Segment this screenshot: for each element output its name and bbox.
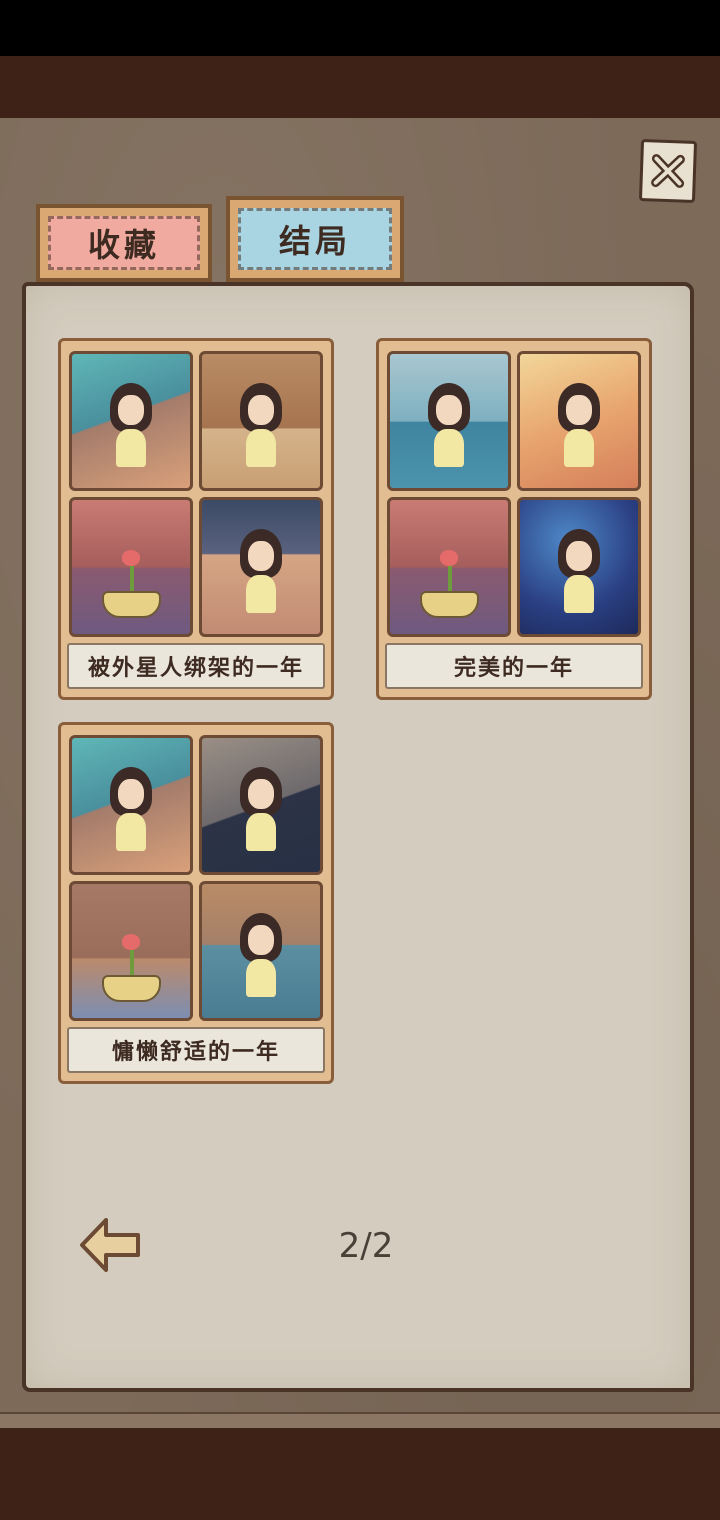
- girl-figure: [109, 767, 153, 851]
- girl-figure: [239, 529, 283, 613]
- girl-figure: [239, 913, 283, 997]
- scene-thumbnail: [69, 497, 193, 637]
- endings-panel: 被外星人绑架的一年 完美的一年 慵懒舒适的一年 2/2: [22, 282, 694, 1392]
- close-icon: [651, 154, 685, 188]
- ending-card-abducted[interactable]: 被外星人绑架的一年: [58, 338, 334, 700]
- status-bar: [0, 0, 720, 56]
- scene-thumbnail: [199, 497, 323, 637]
- tab-collection-label: 收藏: [48, 216, 200, 270]
- scene-thumbnail: [199, 881, 323, 1021]
- ending-card-lazy[interactable]: 慵懒舒适的一年: [58, 722, 334, 1084]
- bottom-frame: [0, 1428, 720, 1520]
- scene-thumbnail: [69, 735, 193, 875]
- scene-thumbnail: [387, 351, 511, 491]
- tab-collection[interactable]: 收藏: [36, 204, 212, 282]
- scene-thumbnail: [69, 881, 193, 1021]
- bottom-strip: [0, 1412, 720, 1428]
- top-frame: [0, 56, 720, 118]
- scene-thumbnail: [517, 351, 641, 491]
- page-indicator: 2/2: [338, 1226, 394, 1266]
- girl-figure: [239, 767, 283, 851]
- ending-thumbnails: [387, 351, 641, 637]
- tab-endings[interactable]: 结局: [226, 196, 404, 282]
- tab-endings-label: 结局: [238, 208, 392, 270]
- potted-flower-icon: [101, 934, 161, 1002]
- left-arrow-icon: [80, 1218, 140, 1272]
- ending-title: 被外星人绑架的一年: [67, 643, 325, 689]
- scene-thumbnail: [69, 351, 193, 491]
- potted-flower-icon: [101, 550, 161, 618]
- previous-page-button[interactable]: [76, 1210, 146, 1280]
- girl-figure: [557, 529, 601, 613]
- girl-figure: [239, 383, 283, 467]
- scene-thumbnail: [199, 351, 323, 491]
- ending-title: 慵懒舒适的一年: [67, 1027, 325, 1073]
- girl-figure: [427, 383, 471, 467]
- scene-thumbnail: [199, 735, 323, 875]
- ending-thumbnails: [69, 351, 323, 637]
- potted-flower-icon: [419, 550, 479, 618]
- ending-thumbnails: [69, 735, 323, 1021]
- ending-title: 完美的一年: [385, 643, 643, 689]
- girl-figure: [557, 383, 601, 467]
- scene-thumbnail: [517, 497, 641, 637]
- girl-figure: [109, 383, 153, 467]
- scene-thumbnail: [387, 497, 511, 637]
- close-button[interactable]: [638, 139, 698, 203]
- ending-card-perfect[interactable]: 完美的一年: [376, 338, 652, 700]
